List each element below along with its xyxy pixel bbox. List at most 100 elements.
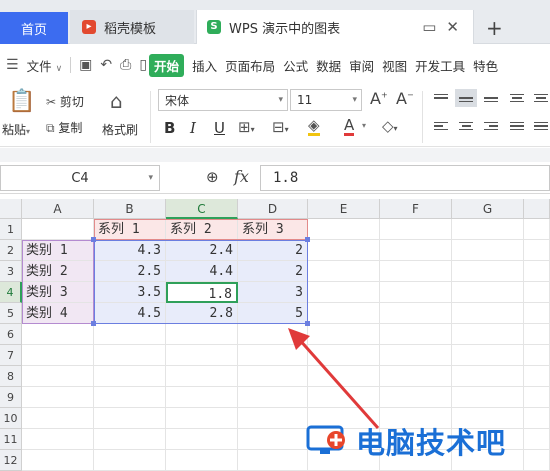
grid-cell[interactable] (94, 387, 166, 408)
value-cell[interactable]: 2 (238, 261, 308, 282)
grid-cell[interactable] (22, 219, 94, 240)
value-cell[interactable]: 3.5 (94, 282, 166, 303)
grid-cell[interactable] (22, 429, 94, 450)
row-header[interactable]: 4 (0, 282, 22, 303)
cut-button[interactable]: ✂ 剪切 (46, 93, 84, 110)
merge-cells-icon[interactable]: ⊟▾ (272, 118, 289, 136)
distributed-align-icon[interactable] (530, 117, 550, 135)
grid-cell[interactable] (308, 282, 380, 303)
series-header-cell[interactable]: 系列 3 (238, 219, 308, 240)
grid-cell[interactable] (380, 387, 452, 408)
grid-cell[interactable] (22, 345, 94, 366)
align-bottom-icon[interactable] (480, 89, 502, 107)
grid-cell[interactable] (308, 219, 380, 240)
font-size-select[interactable]: 11 ▾ (290, 89, 362, 111)
font-name-select[interactable]: 宋体 ▾ (158, 89, 288, 111)
row-header[interactable]: 9 (0, 387, 22, 408)
grid-cell[interactable] (452, 366, 524, 387)
grid-cell[interactable] (380, 261, 452, 282)
select-all-corner[interactable] (0, 199, 22, 219)
name-box[interactable]: C4 ▾ (0, 165, 160, 191)
grid-cell[interactable] (380, 324, 452, 345)
grid-cell[interactable] (380, 345, 452, 366)
align-left-icon[interactable] (430, 117, 452, 135)
grid-cell[interactable] (452, 387, 524, 408)
eraser-icon[interactable]: ◇▾ (382, 117, 398, 135)
row-header[interactable]: 3 (0, 261, 22, 282)
column-header[interactable]: D (238, 199, 308, 219)
fill-color-icon[interactable]: ◈ (308, 117, 320, 136)
row-header[interactable]: 7 (0, 345, 22, 366)
grid-cell[interactable] (524, 261, 550, 282)
increase-indent-icon[interactable] (530, 89, 550, 107)
copy-button[interactable]: ⧉ 复制 (46, 119, 82, 136)
decrease-indent-icon[interactable] (506, 89, 528, 107)
menu-formula[interactable]: 公式 (283, 56, 308, 75)
increase-font-icon[interactable]: A+ (370, 89, 388, 108)
italic-button[interactable]: I (190, 119, 196, 137)
series-header-cell[interactable]: 系列 1 (94, 219, 166, 240)
print-icon[interactable]: ⎙ (120, 57, 131, 73)
range-resize-handle[interactable] (91, 237, 96, 242)
category-cell[interactable]: 类别 4 (22, 303, 94, 324)
grid-cell[interactable] (524, 282, 550, 303)
grid-cell[interactable] (238, 450, 308, 471)
grid-cell[interactable] (452, 303, 524, 324)
new-tab-button[interactable]: + (486, 16, 503, 40)
value-cell[interactable]: 2 (238, 240, 308, 261)
value-cell[interactable]: 4.3 (94, 240, 166, 261)
grid-cell[interactable] (524, 303, 550, 324)
paste-icon[interactable]: 📋 (8, 89, 35, 114)
grid-cell[interactable] (94, 345, 166, 366)
grid-cell[interactable] (166, 324, 238, 345)
grid-cell[interactable] (94, 429, 166, 450)
align-middle-icon[interactable] (455, 89, 477, 107)
grid-cell[interactable] (452, 219, 524, 240)
grid-cell[interactable] (452, 240, 524, 261)
window-restore-icon[interactable]: ▭ (422, 18, 436, 36)
insert-function-button[interactable]: fx (234, 167, 249, 186)
save-icon[interactable]: ▣ (79, 57, 92, 73)
formula-input[interactable]: 1.8 (260, 165, 550, 191)
grid-cell[interactable] (524, 429, 550, 450)
grid-cell[interactable] (22, 324, 94, 345)
decrease-font-icon[interactable]: A− (396, 89, 414, 108)
range-resize-handle[interactable] (305, 237, 310, 242)
align-center-icon[interactable] (455, 117, 477, 135)
grid-cell[interactable] (308, 261, 380, 282)
column-header[interactable]: B (94, 199, 166, 219)
align-top-icon[interactable] (430, 89, 452, 107)
column-header[interactable]: E (308, 199, 380, 219)
selected-cell[interactable]: 1.8 (166, 282, 238, 303)
grid-cell[interactable] (380, 366, 452, 387)
menu-page-layout[interactable]: 页面布局 (225, 56, 275, 75)
menu-data[interactable]: 数据 (316, 56, 341, 75)
category-cell[interactable]: 类别 1 (22, 240, 94, 261)
series-header-cell[interactable]: 系列 2 (166, 219, 238, 240)
export-icon[interactable]: ▯ (139, 57, 147, 73)
grid-cell[interactable] (94, 324, 166, 345)
row-header[interactable]: 12 (0, 450, 22, 471)
format-painter-button[interactable]: 格式刷 (102, 121, 138, 138)
menu-developer[interactable]: 开发工具 (415, 56, 465, 75)
grid-cell[interactable] (22, 408, 94, 429)
column-header[interactable]: C (166, 199, 238, 219)
grid-cell[interactable] (308, 240, 380, 261)
border-icon[interactable]: ⊞▾ (238, 118, 255, 136)
category-cell[interactable]: 类别 2 (22, 261, 94, 282)
grid-cell[interactable] (524, 387, 550, 408)
close-tab-icon[interactable]: ✕ (446, 18, 459, 36)
value-cell[interactable]: 4.5 (94, 303, 166, 324)
grid-cell[interactable] (524, 450, 550, 471)
grid-cell[interactable] (380, 219, 452, 240)
grid-cell[interactable] (166, 366, 238, 387)
tab-template[interactable]: ▸ 稻壳模板 (70, 10, 194, 44)
undo-history-icon[interactable]: ↶ (100, 57, 112, 73)
grid-cell[interactable] (22, 366, 94, 387)
grid-cell[interactable] (94, 366, 166, 387)
value-cell[interactable]: 4.4 (166, 261, 238, 282)
range-resize-handle[interactable] (91, 321, 96, 326)
value-cell[interactable]: 2.4 (166, 240, 238, 261)
menu-view[interactable]: 视图 (382, 56, 407, 75)
grid-cell[interactable] (452, 261, 524, 282)
